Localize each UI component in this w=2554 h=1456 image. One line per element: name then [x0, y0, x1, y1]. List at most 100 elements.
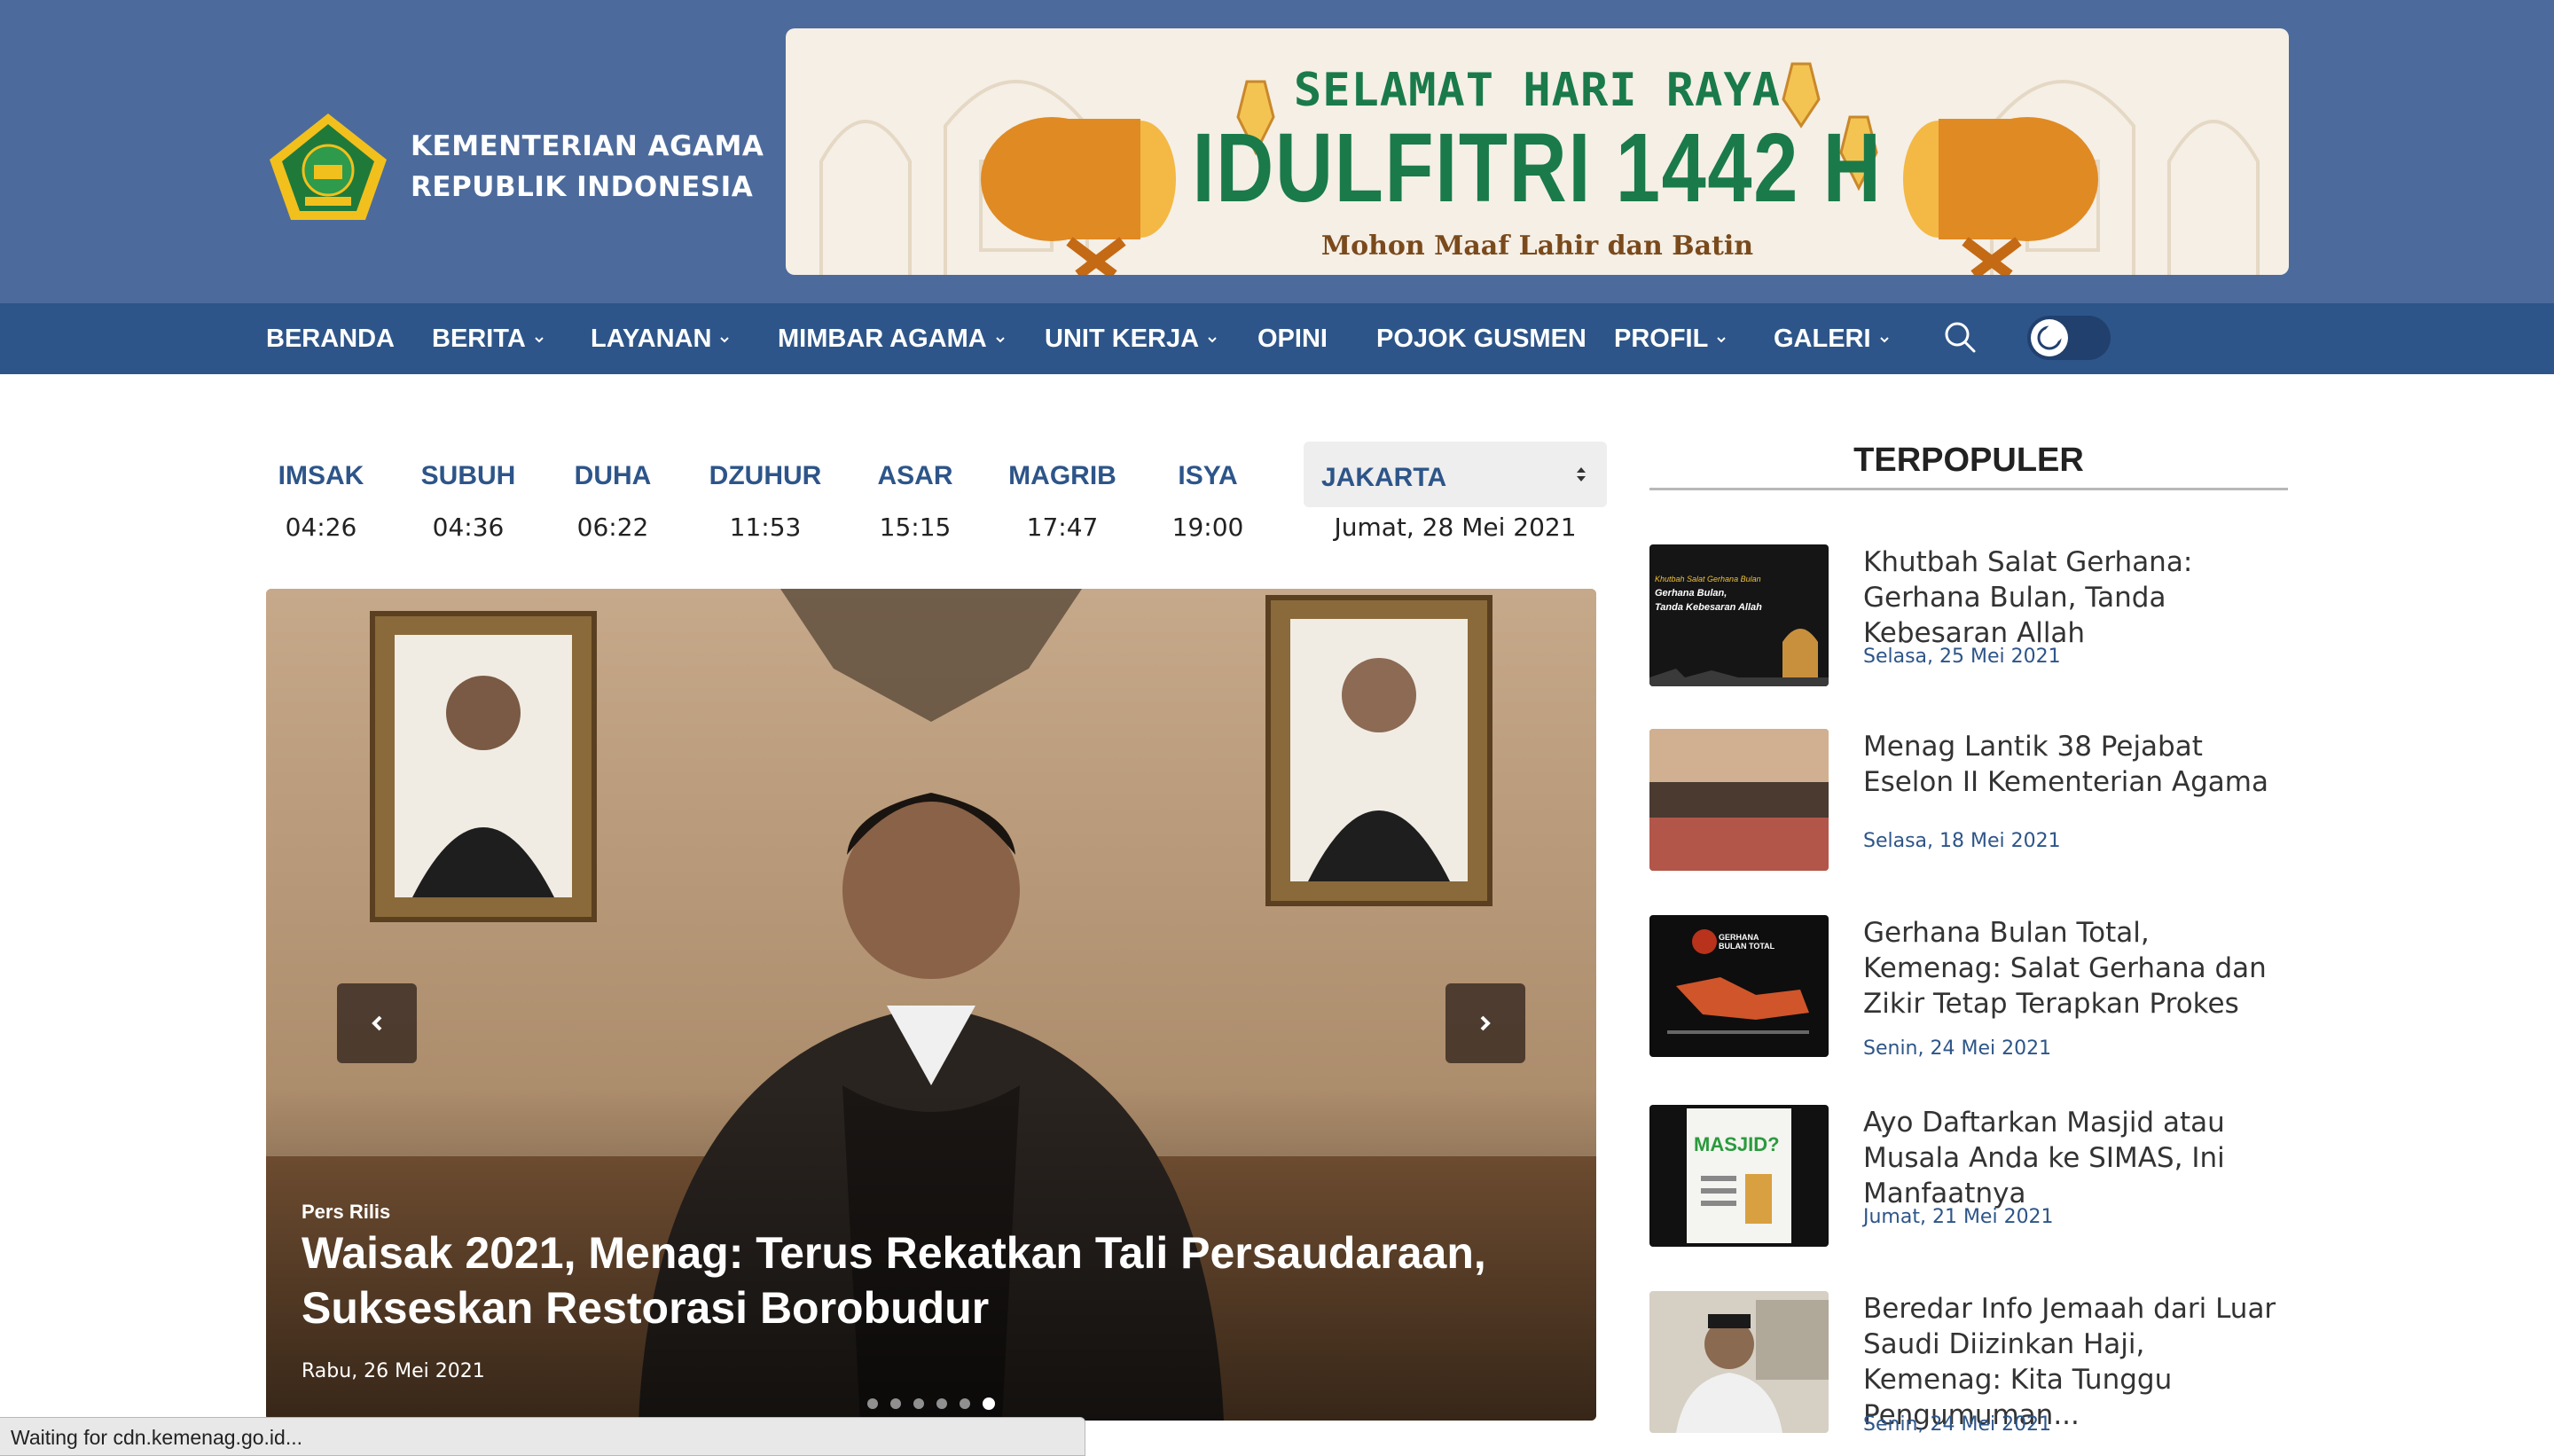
- nav-label: UNIT KERJA: [1045, 325, 1200, 353]
- browser-status-bar: Waiting for cdn.kemenag.go.id...: [0, 1417, 1085, 1456]
- svg-text:BULAN TOTAL: BULAN TOTAL: [1719, 942, 1775, 951]
- popular-thumbnail[interactable]: Khutbah Salat Gerhana Bulan Gerhana Bula…: [1649, 544, 1829, 686]
- chevron-down-icon: [1879, 337, 1889, 343]
- slider-dot[interactable]: [936, 1398, 947, 1409]
- nav-label: OPINI: [1257, 325, 1328, 353]
- thumbnail-image: [1649, 729, 1829, 871]
- nav-unit-kerja[interactable]: UNIT KERJA: [1045, 303, 1218, 374]
- site-header: KEMENTERIAN AGAMA REPUBLIK INDONESIA SEL…: [0, 0, 2554, 303]
- main-navigation: BERANDA BERITA LAYANAN MIMBAR AGAMA UNIT…: [0, 303, 2554, 374]
- section-divider: [1649, 488, 2288, 490]
- nav-mimbar-agama[interactable]: MIMBAR AGAMA: [778, 303, 1006, 374]
- nav-profil[interactable]: PROFIL: [1614, 303, 1727, 374]
- thumbnail-image: [1649, 1291, 1829, 1433]
- nav-label: MIMBAR AGAMA: [778, 325, 987, 353]
- popular-thumbnail[interactable]: GERHANA BULAN TOTAL: [1649, 915, 1829, 1057]
- prayer-name: MAGRIB: [1008, 461, 1116, 490]
- banner-line-3: Mohon Maaf Lahir dan Batin: [1320, 231, 1754, 262]
- nav-label: BERITA: [432, 325, 526, 353]
- prayer-time-value: 04:26: [285, 513, 357, 542]
- slider-dot[interactable]: [913, 1398, 924, 1409]
- nav-berita[interactable]: BERITA: [432, 303, 544, 374]
- prayer-time-value: 17:47: [1026, 513, 1099, 542]
- headline-slider[interactable]: Pers Rilis Waisak 2021, Menag: Terus Rek…: [266, 589, 1596, 1421]
- svg-text:Gerhana Bulan,: Gerhana Bulan,: [1655, 588, 1727, 599]
- prayer-time-duha: DUHA 06:22: [555, 461, 670, 542]
- popular-thumbnail[interactable]: [1649, 1291, 1829, 1433]
- prayer-time-dzuhur: DZUHUR 11:53: [708, 461, 823, 542]
- chevron-down-icon: [1208, 337, 1217, 343]
- nav-beranda[interactable]: BERANDA: [266, 303, 395, 374]
- brand-name[interactable]: KEMENTERIAN AGAMA REPUBLIK INDONESIA: [411, 126, 764, 207]
- banner-line-2: IDULFITRI 1442 H: [1192, 114, 1883, 223]
- slider-dot-active[interactable]: [983, 1397, 995, 1410]
- banner-line-1: SELAMAT HARI RAYA: [1293, 64, 1782, 117]
- prayer-time-value: 15:15: [879, 513, 952, 542]
- status-text: Waiting for cdn.kemenag.go.id...: [11, 1426, 302, 1449]
- thumbnail-image: GERHANA BULAN TOTAL: [1649, 915, 1829, 1057]
- nav-opini[interactable]: OPINI: [1257, 303, 1328, 374]
- slide-category[interactable]: Pers Rilis: [302, 1201, 390, 1224]
- select-arrows-icon: [1577, 467, 1586, 481]
- prayer-time-imsak: IMSAK 04:26: [263, 461, 379, 542]
- prayer-time-magrib: MAGRIB 17:47: [1005, 461, 1120, 542]
- chevron-down-icon: [1717, 337, 1727, 343]
- popular-item-title[interactable]: Beredar Info Jemaah dari Luar Saudi Diiz…: [1863, 1291, 2280, 1433]
- slider-dot[interactable]: [867, 1398, 878, 1409]
- chevron-right-icon: [1480, 1015, 1491, 1031]
- moon-icon: [2037, 325, 2063, 350]
- toggle-knob: [2031, 319, 2068, 356]
- prayer-name: DZUHUR: [709, 461, 822, 490]
- nav-pojok-gusmen[interactable]: POJOK GUSMEN: [1376, 303, 1586, 374]
- popular-item-date: Senin, 24 Mei 2021: [1863, 1413, 2052, 1436]
- nav-layanan[interactable]: LAYANAN: [591, 303, 730, 374]
- kemenag-emblem-icon[interactable]: [266, 110, 390, 223]
- popular-item-title[interactable]: Menag Lantik 38 Pejabat Eselon II Kement…: [1863, 729, 2280, 800]
- popular-thumbnail[interactable]: MASJID?: [1649, 1105, 1829, 1247]
- svg-text:GERHANA: GERHANA: [1719, 933, 1759, 942]
- current-date: Jumat, 28 Mei 2021: [1334, 513, 1577, 542]
- thumbnail-image: MASJID?: [1649, 1105, 1829, 1247]
- popular-item-date: Selasa, 25 Mei 2021: [1863, 646, 2061, 668]
- popular-item-title[interactable]: Khutbah Salat Gerhana: Gerhana Bulan, Ta…: [1863, 544, 2280, 651]
- nav-label: GALERI: [1774, 325, 1871, 353]
- brand-line-1: KEMENTERIAN AGAMA: [411, 130, 764, 162]
- prayer-name: IMSAK: [278, 461, 364, 490]
- slider-dot[interactable]: [890, 1398, 901, 1409]
- prayer-time-value: 19:00: [1171, 513, 1244, 542]
- prayer-name: ASAR: [877, 461, 953, 490]
- svg-text:MASJID?: MASJID?: [1694, 1133, 1780, 1155]
- city-selected: JAKARTA: [1321, 463, 1447, 492]
- popular-item-title[interactable]: Ayo Daftarkan Masjid atau Musala Anda ke…: [1863, 1105, 2280, 1211]
- popular-item-date: Senin, 24 Mei 2021: [1863, 1037, 2052, 1060]
- nav-label: PROFIL: [1614, 325, 1709, 353]
- nav-galeri[interactable]: GALERI: [1774, 303, 1890, 374]
- prayer-time-isya: ISYA 19:00: [1150, 461, 1265, 542]
- prayer-time-subuh: SUBUH 04:36: [411, 461, 526, 542]
- prayer-time-value: 04:36: [432, 513, 505, 542]
- dark-mode-toggle[interactable]: [2027, 316, 2111, 360]
- popular-section-title: TERPOPULER: [1853, 442, 2084, 479]
- slider-prev-button[interactable]: [337, 983, 417, 1063]
- svg-text:Tanda Kebesaran Allah: Tanda Kebesaran Allah: [1655, 602, 1762, 613]
- slide-title[interactable]: Waisak 2021, Menag: Terus Rekatkan Tali …: [302, 1225, 1561, 1335]
- nav-label: POJOK GUSMEN: [1376, 325, 1586, 353]
- brand-line-2: REPUBLIK INDONESIA: [411, 171, 754, 203]
- idulfitri-banner[interactable]: SELAMAT HARI RAYA IDULFITRI 1442 H Mohon…: [786, 28, 2289, 275]
- prayer-name: DUHA: [574, 461, 652, 490]
- chevron-left-icon: [372, 1015, 382, 1031]
- slider-dot[interactable]: [960, 1398, 970, 1409]
- slide-date: Rabu, 26 Mei 2021: [302, 1360, 485, 1382]
- chevron-down-icon: [996, 337, 1005, 343]
- thumbnail-image: Khutbah Salat Gerhana Bulan Gerhana Bula…: [1649, 544, 1829, 686]
- city-select[interactable]: JAKARTA: [1304, 442, 1607, 507]
- slider-next-button[interactable]: [1445, 983, 1525, 1063]
- prayer-time-value: 11:53: [729, 513, 802, 542]
- prayer-time-asar: ASAR 15:15: [858, 461, 973, 542]
- nav-label: LAYANAN: [591, 325, 712, 353]
- popular-item-title[interactable]: Gerhana Bulan Total, Kemenag: Salat Gerh…: [1863, 915, 2280, 1022]
- search-icon[interactable]: [1942, 319, 1978, 355]
- popular-thumbnail[interactable]: [1649, 729, 1829, 871]
- svg-text:Khutbah Salat Gerhana Bulan: Khutbah Salat Gerhana Bulan: [1655, 575, 1761, 583]
- nav-label: BERANDA: [266, 325, 395, 353]
